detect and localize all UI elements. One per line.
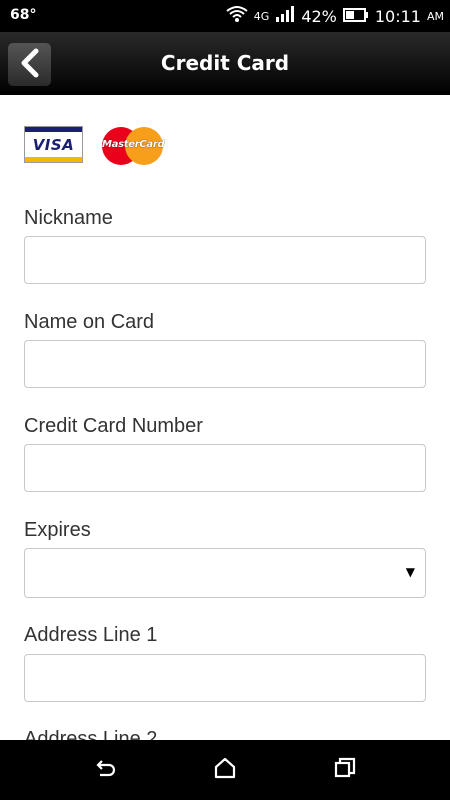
battery-percent: 42% <box>301 6 337 26</box>
network-type-text: 4G <box>253 9 270 23</box>
address-line-2-label: Address Line 2 <box>24 728 158 740</box>
card-number-label: Credit Card Number <box>24 415 203 437</box>
battery-icon <box>342 7 369 26</box>
name-on-card-label: Name on Card <box>24 311 155 333</box>
back-arrow-icon <box>93 757 117 783</box>
wifi-icon <box>226 5 248 27</box>
recent-apps-icon <box>333 756 357 784</box>
nickname-label: Nickname <box>24 207 113 229</box>
signal-icon <box>275 6 295 26</box>
temperature-text: 68° <box>10 7 37 23</box>
expires-label: Expires <box>24 519 91 541</box>
clock-time: 10:11 <box>374 6 421 26</box>
page-title: Credit Card <box>160 51 290 75</box>
name-on-card-input[interactable] <box>24 340 426 388</box>
card-number-input[interactable] <box>24 444 426 492</box>
nickname-input[interactable] <box>24 236 426 284</box>
address-line-1-label: Address Line 1 <box>24 624 158 646</box>
home-nav-button[interactable] <box>211 756 239 784</box>
system-nav-bar <box>0 740 450 800</box>
address-line-1-input[interactable] <box>24 654 426 702</box>
clock-ampm: AM <box>426 9 444 23</box>
app-header: Credit Card <box>0 32 450 95</box>
mastercard-logo-text: MasterCard <box>102 139 165 150</box>
recents-nav-button[interactable] <box>331 756 359 784</box>
credit-card-form: VISA MasterCard Nickname Name on Card Cr… <box>0 95 450 740</box>
mastercard-logo: MasterCard <box>102 126 165 166</box>
back-nav-button[interactable] <box>91 756 119 784</box>
expires-select[interactable]: ▼ <box>24 548 426 598</box>
visa-logo: VISA <box>24 126 83 163</box>
status-bar: 68° 4G 42% 10:11 AM <box>0 0 450 32</box>
home-icon <box>213 756 237 784</box>
visa-logo-text: VISA <box>32 135 75 154</box>
accepted-cards: VISA MasterCard <box>24 126 165 166</box>
dropdown-arrow-icon: ▼ <box>405 565 415 579</box>
status-icons: 4G 42% 10:11 AM <box>226 6 444 26</box>
